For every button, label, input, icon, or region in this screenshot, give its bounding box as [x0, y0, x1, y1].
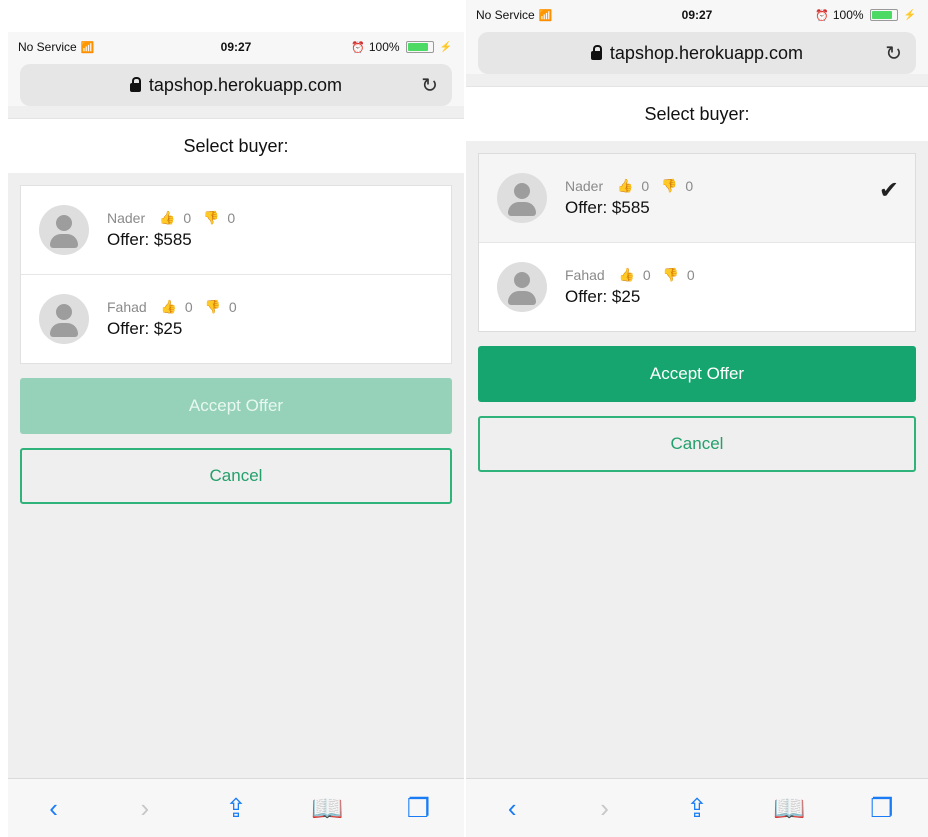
browser-chrome: No Service 📶 09:27 ⏰ 100% ⚡ tapshop.hero…: [8, 32, 464, 106]
thumbs-down-icon: 👎: [661, 178, 678, 193]
thumbs-down-icon: 👎: [204, 299, 221, 314]
offer-amount: Offer: $25: [565, 287, 641, 306]
status-bar: No Service 📶 09:27 ⏰ 100% ⚡: [466, 0, 928, 30]
like-count: 0: [184, 299, 193, 315]
share-icon[interactable]: ⇪: [667, 793, 727, 824]
reload-icon[interactable]: ↻: [885, 41, 902, 66]
carrier-label: No Service: [18, 40, 77, 54]
url-text: tapshop.herokuapp.com: [609, 42, 804, 63]
carrier-label: No Service: [476, 8, 535, 22]
cancel-button[interactable]: Cancel: [478, 416, 916, 472]
thumbs-up-icon: 👍: [160, 299, 177, 314]
browser-toolbar: ‹ › ⇪ 📖 ❐: [8, 778, 464, 837]
buyer-row-fahad[interactable]: Fahad 👍 0 👎 0 Offer: $25: [21, 275, 451, 363]
buyer-row-nader[interactable]: Nader 👍 0 👎 0 Offer: $585: [21, 186, 451, 275]
reload-icon[interactable]: ↻: [421, 73, 438, 98]
cancel-button[interactable]: Cancel: [20, 448, 452, 504]
status-bar: No Service 📶 09:27 ⏰ 100% ⚡: [8, 32, 464, 62]
alarm-icon: ⏰: [351, 41, 365, 54]
browser-chrome: No Service 📶 09:27 ⏰ 100% ⚡ tapshop.hero…: [466, 0, 928, 74]
accept-offer-button[interactable]: Accept Offer: [20, 378, 452, 434]
buyer-name: Fahad: [565, 267, 605, 283]
battery-icon: [869, 9, 898, 21]
back-icon[interactable]: ‹: [24, 793, 84, 824]
page-title: Select buyer:: [466, 86, 928, 141]
share-icon[interactable]: ⇪: [206, 793, 266, 824]
bookmarks-icon[interactable]: 📖: [759, 793, 819, 824]
avatar: [497, 262, 547, 312]
phone-screen-left: No Service 📶 09:27 ⏰ 100% ⚡ tapshop.hero…: [8, 32, 464, 837]
like-count: 0: [641, 178, 650, 194]
buyer-name: Nader: [565, 178, 604, 194]
tabs-icon[interactable]: ❐: [388, 793, 448, 824]
buyer-row-nader[interactable]: Nader 👍 0 👎 0 Offer: $585 ✔: [479, 154, 915, 243]
battery-icon: [405, 41, 434, 53]
offer-amount: Offer: $585: [565, 198, 650, 217]
dislike-count: 0: [685, 178, 694, 194]
alarm-icon: ⏰: [815, 9, 829, 22]
url-text: tapshop.herokuapp.com: [148, 74, 343, 95]
buyer-list: Nader 👍 0 👎 0 Offer: $585 ✔ Fahad 👍 0 👎 …: [478, 153, 916, 332]
buyer-list: Nader 👍 0 👎 0 Offer: $585 Fahad 👍 0 👎 0 …: [20, 185, 452, 364]
wifi-icon: 📶: [538, 9, 553, 22]
tabs-icon[interactable]: ❐: [852, 793, 912, 824]
forward-icon[interactable]: ›: [575, 793, 635, 824]
address-bar[interactable]: tapshop.herokuapp.com ↻: [20, 64, 452, 106]
checkmark-icon: ✔: [878, 177, 899, 204]
thumbs-up-icon: 👍: [617, 178, 634, 193]
avatar: [39, 205, 89, 255]
bookmarks-icon[interactable]: 📖: [297, 793, 357, 824]
page-title: Select buyer:: [8, 118, 464, 173]
battery-percent: 100%: [368, 40, 400, 54]
buyer-row-fahad[interactable]: Fahad 👍 0 👎 0 Offer: $25: [479, 243, 915, 331]
battery-percent: 100%: [832, 8, 864, 22]
thumbs-down-icon: 👎: [662, 267, 679, 282]
accept-offer-button[interactable]: Accept Offer: [478, 346, 916, 402]
main-content: Nader 👍 0 👎 0 Offer: $585 ✔ Fahad 👍 0 👎 …: [466, 141, 928, 472]
avatar: [497, 173, 547, 223]
buyer-name: Fahad: [107, 299, 147, 315]
main-content: Nader 👍 0 👎 0 Offer: $585 Fahad 👍 0 👎 0 …: [8, 173, 464, 504]
avatar: [39, 294, 89, 344]
forward-icon[interactable]: ›: [115, 793, 175, 824]
lock-icon: [129, 76, 141, 92]
dislike-count: 0: [228, 299, 237, 315]
lock-icon: [590, 44, 602, 60]
offer-amount: Offer: $585: [107, 230, 192, 249]
dislike-count: 0: [227, 210, 236, 226]
thumbs-down-icon: 👎: [203, 210, 220, 225]
buyer-name: Nader: [107, 210, 146, 226]
like-count: 0: [183, 210, 192, 226]
back-icon[interactable]: ‹: [482, 793, 542, 824]
offer-amount: Offer: $25: [107, 319, 183, 338]
thumbs-up-icon: 👍: [618, 267, 635, 282]
browser-toolbar: ‹ › ⇪ 📖 ❐: [466, 778, 928, 837]
dislike-count: 0: [686, 267, 695, 283]
charging-icon: ⚡: [439, 41, 452, 53]
wifi-icon: 📶: [80, 41, 95, 54]
phone-screen-right: No Service 📶 09:27 ⏰ 100% ⚡ tapshop.hero…: [466, 0, 928, 837]
like-count: 0: [642, 267, 651, 283]
thumbs-up-icon: 👍: [159, 210, 176, 225]
address-bar[interactable]: tapshop.herokuapp.com ↻: [478, 32, 916, 74]
charging-icon: ⚡: [903, 9, 916, 21]
